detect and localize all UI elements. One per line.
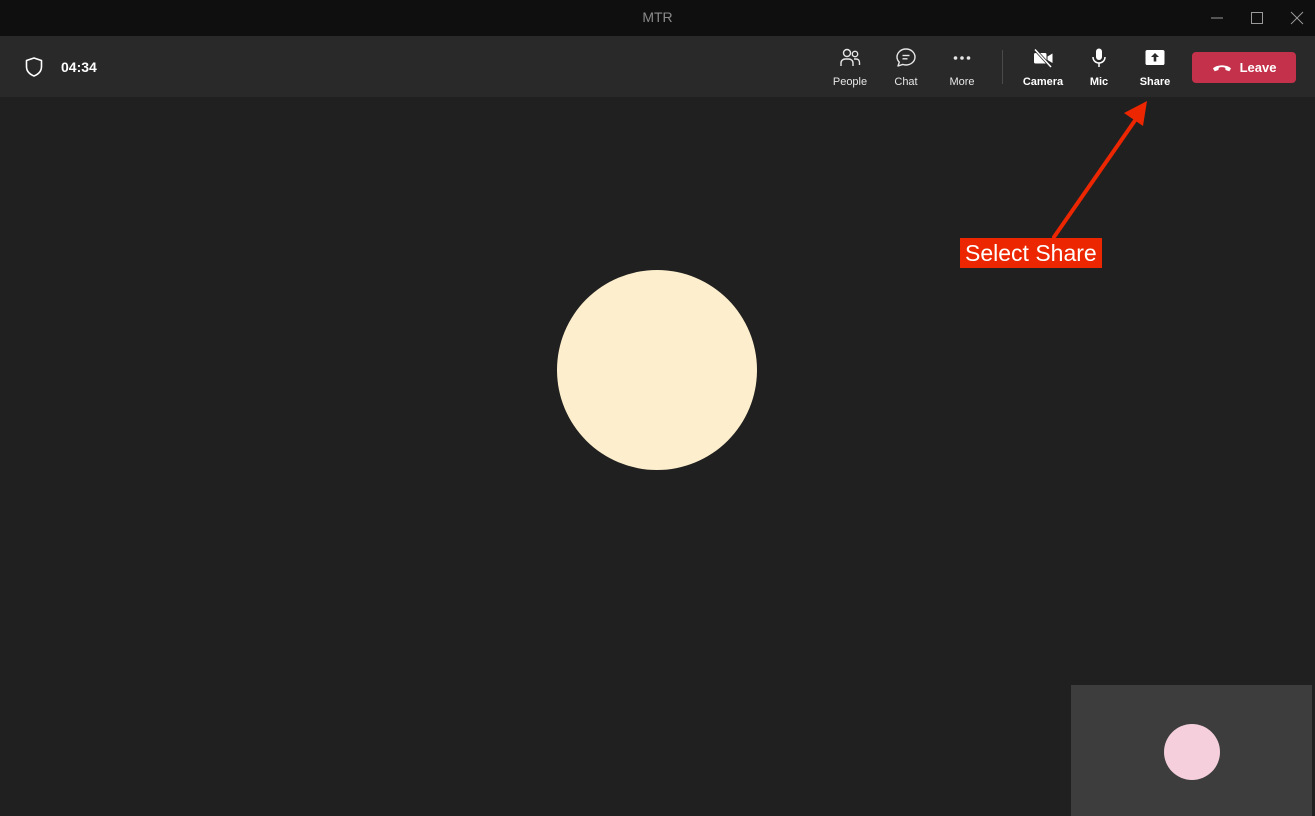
chat-button[interactable]: Chat (878, 46, 934, 92)
share-icon (1145, 50, 1165, 65)
meeting-toolbar: 04:34 People Chat More Camera Mic Share … (0, 36, 1315, 97)
camera-off-icon (1033, 48, 1053, 69)
toolbar-divider (1002, 50, 1003, 84)
shield-icon (25, 57, 43, 77)
mic-icon (1092, 48, 1106, 67)
window-title: MTR (642, 9, 673, 25)
phone-hangup-icon (1212, 64, 1231, 71)
meeting-timer: 04:34 (61, 59, 97, 75)
annotation-label: Select Share (960, 238, 1102, 268)
chat-icon (896, 48, 916, 67)
more-button[interactable]: More (934, 46, 990, 92)
more-label: More (949, 76, 975, 88)
self-view-tile[interactable] (1071, 685, 1312, 816)
leave-button[interactable]: Leave (1192, 52, 1296, 83)
participant-avatar[interactable] (557, 270, 757, 470)
minimize-button[interactable] (1205, 6, 1229, 30)
share-label: Share (1139, 76, 1171, 88)
camera-label: Camera (1022, 76, 1064, 88)
mic-label: Mic (1089, 76, 1109, 88)
chat-label: Chat (894, 76, 918, 88)
people-label: People (832, 76, 868, 88)
mic-button[interactable]: Mic (1071, 46, 1127, 92)
minimize-icon (1211, 17, 1223, 19)
maximize-button[interactable] (1245, 6, 1269, 30)
more-icon (953, 56, 971, 60)
title-bar: MTR (0, 0, 1315, 36)
leave-label: Leave (1239, 60, 1277, 75)
teams-meeting-window: MTR 04:34 People Chat More Camera Mic Sh… (0, 0, 1315, 816)
share-button[interactable]: Share (1127, 46, 1183, 92)
camera-button[interactable]: Camera (1015, 46, 1071, 92)
meeting-security-button[interactable] (23, 56, 45, 78)
close-icon (1290, 11, 1304, 25)
maximize-icon (1251, 12, 1263, 24)
close-button[interactable] (1285, 6, 1309, 30)
people-button[interactable]: People (822, 46, 878, 92)
self-avatar (1164, 724, 1220, 780)
people-icon (840, 48, 861, 66)
meeting-stage (0, 97, 1315, 816)
